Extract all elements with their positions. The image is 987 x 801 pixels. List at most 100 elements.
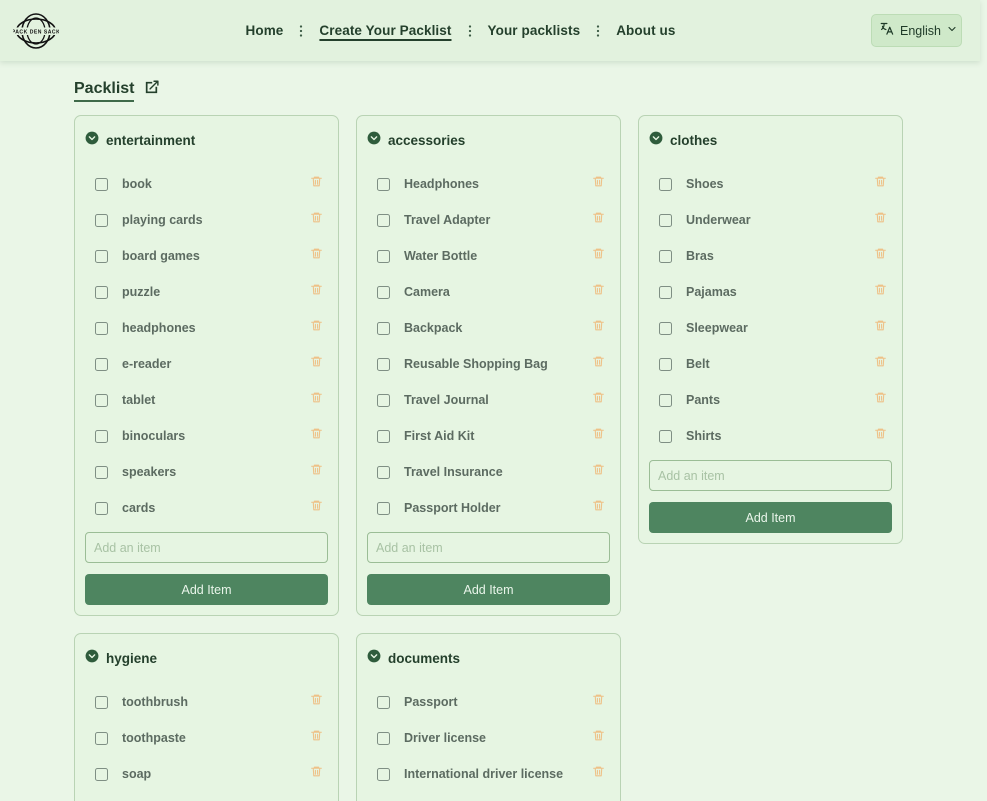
list-item: Shirts: [649, 418, 892, 454]
trash-icon[interactable]: [874, 390, 887, 410]
trash-icon[interactable]: [592, 282, 605, 302]
list-item: soap: [85, 756, 328, 792]
checkbox-unchecked-icon[interactable]: [377, 177, 390, 191]
checkbox-unchecked-icon[interactable]: [95, 501, 108, 515]
trash-icon[interactable]: [310, 282, 323, 302]
trash-icon[interactable]: [592, 764, 605, 784]
trash-icon[interactable]: [310, 764, 323, 784]
checkbox-unchecked-icon[interactable]: [377, 285, 390, 299]
checkbox-unchecked-icon[interactable]: [95, 357, 108, 371]
checkbox-unchecked-icon[interactable]: [377, 249, 390, 263]
trash-icon[interactable]: [874, 426, 887, 446]
trash-icon[interactable]: [874, 210, 887, 230]
trash-icon[interactable]: [310, 174, 323, 194]
checkbox-unchecked-icon[interactable]: [659, 249, 672, 263]
checkbox-unchecked-icon[interactable]: [95, 393, 108, 407]
nav-link-about-us[interactable]: About us: [602, 19, 689, 42]
chevron-down-circle-icon[interactable]: [85, 131, 99, 150]
list-item: Travel insurance documents: [367, 792, 610, 801]
trash-icon[interactable]: [874, 282, 887, 302]
checkbox-unchecked-icon[interactable]: [659, 285, 672, 299]
trash-icon[interactable]: [310, 426, 323, 446]
nav-link-home[interactable]: Home: [232, 19, 298, 42]
category-title: entertainment: [106, 133, 196, 148]
trash-icon[interactable]: [310, 462, 323, 482]
trash-icon[interactable]: [310, 498, 323, 518]
add-item-button[interactable]: Add Item: [85, 574, 328, 605]
language-selector[interactable]: English: [871, 14, 962, 47]
checkbox-unchecked-icon[interactable]: [95, 429, 108, 443]
list-item: toothbrush: [85, 684, 328, 720]
category-header-documents[interactable]: documents: [367, 644, 610, 672]
chevron-down-circle-icon[interactable]: [367, 649, 381, 668]
trash-icon[interactable]: [592, 462, 605, 482]
trash-icon[interactable]: [592, 426, 605, 446]
trash-icon[interactable]: [592, 390, 605, 410]
chevron-down-circle-icon[interactable]: [367, 131, 381, 150]
trash-icon[interactable]: [592, 498, 605, 518]
add-item-input[interactable]: [367, 532, 610, 563]
checkbox-unchecked-icon[interactable]: [377, 695, 390, 709]
trash-icon[interactable]: [310, 246, 323, 266]
checkbox-unchecked-icon[interactable]: [377, 213, 390, 227]
checkbox-unchecked-icon[interactable]: [95, 321, 108, 335]
trash-icon[interactable]: [310, 354, 323, 374]
nav-link-create-your-packlist[interactable]: Create Your Packlist: [305, 19, 465, 42]
checkbox-unchecked-icon[interactable]: [377, 321, 390, 335]
chevron-down-circle-icon[interactable]: [649, 131, 663, 150]
nav-link-your-packlists[interactable]: Your packlists: [474, 19, 595, 42]
list-item: Pants: [649, 382, 892, 418]
trash-icon[interactable]: [310, 210, 323, 230]
checkbox-unchecked-icon[interactable]: [95, 249, 108, 263]
chevron-down-circle-icon[interactable]: [85, 649, 99, 668]
language-label: English: [900, 23, 941, 38]
category-header-accessories[interactable]: accessories: [367, 126, 610, 154]
checkbox-unchecked-icon[interactable]: [659, 177, 672, 191]
page-title: Packlist: [74, 80, 135, 103]
checkbox-unchecked-icon[interactable]: [95, 285, 108, 299]
trash-icon[interactable]: [874, 246, 887, 266]
trash-icon[interactable]: [592, 210, 605, 230]
checkbox-unchecked-icon[interactable]: [659, 357, 672, 371]
trash-icon[interactable]: [310, 318, 323, 338]
trash-icon[interactable]: [592, 174, 605, 194]
trash-icon[interactable]: [592, 692, 605, 712]
checkbox-unchecked-icon[interactable]: [95, 767, 108, 781]
checkbox-unchecked-icon[interactable]: [95, 731, 108, 745]
list-item: shampoo: [85, 792, 328, 801]
checkbox-unchecked-icon[interactable]: [659, 429, 672, 443]
checkbox-unchecked-icon[interactable]: [377, 465, 390, 479]
trash-icon[interactable]: [874, 174, 887, 194]
checkbox-unchecked-icon[interactable]: [95, 177, 108, 191]
checkbox-unchecked-icon[interactable]: [95, 465, 108, 479]
category-header-entertainment[interactable]: entertainment: [85, 126, 328, 154]
trash-icon[interactable]: [592, 728, 605, 748]
checkbox-unchecked-icon[interactable]: [95, 695, 108, 709]
add-item-button[interactable]: Add Item: [367, 574, 610, 605]
nav-separator-dots-icon: [594, 24, 602, 38]
checkbox-unchecked-icon[interactable]: [377, 393, 390, 407]
checkbox-unchecked-icon[interactable]: [659, 321, 672, 335]
add-item-button[interactable]: Add Item: [649, 502, 892, 533]
add-item-input[interactable]: [649, 460, 892, 491]
trash-icon[interactable]: [592, 354, 605, 374]
category-header-clothes[interactable]: clothes: [649, 126, 892, 154]
add-item-input[interactable]: [85, 532, 328, 563]
checkbox-unchecked-icon[interactable]: [377, 429, 390, 443]
trash-icon[interactable]: [874, 318, 887, 338]
checkbox-unchecked-icon[interactable]: [377, 767, 390, 781]
checkbox-unchecked-icon[interactable]: [377, 501, 390, 515]
checkbox-unchecked-icon[interactable]: [377, 731, 390, 745]
checkbox-unchecked-icon[interactable]: [377, 357, 390, 371]
trash-icon[interactable]: [310, 390, 323, 410]
trash-icon[interactable]: [310, 728, 323, 748]
trash-icon[interactable]: [592, 318, 605, 338]
trash-icon[interactable]: [874, 354, 887, 374]
checkbox-unchecked-icon[interactable]: [659, 213, 672, 227]
category-header-hygiene[interactable]: hygiene: [85, 644, 328, 672]
checkbox-unchecked-icon[interactable]: [659, 393, 672, 407]
checkbox-unchecked-icon[interactable]: [95, 213, 108, 227]
trash-icon[interactable]: [592, 246, 605, 266]
edit-square-icon[interactable]: [143, 79, 160, 101]
trash-icon[interactable]: [310, 692, 323, 712]
